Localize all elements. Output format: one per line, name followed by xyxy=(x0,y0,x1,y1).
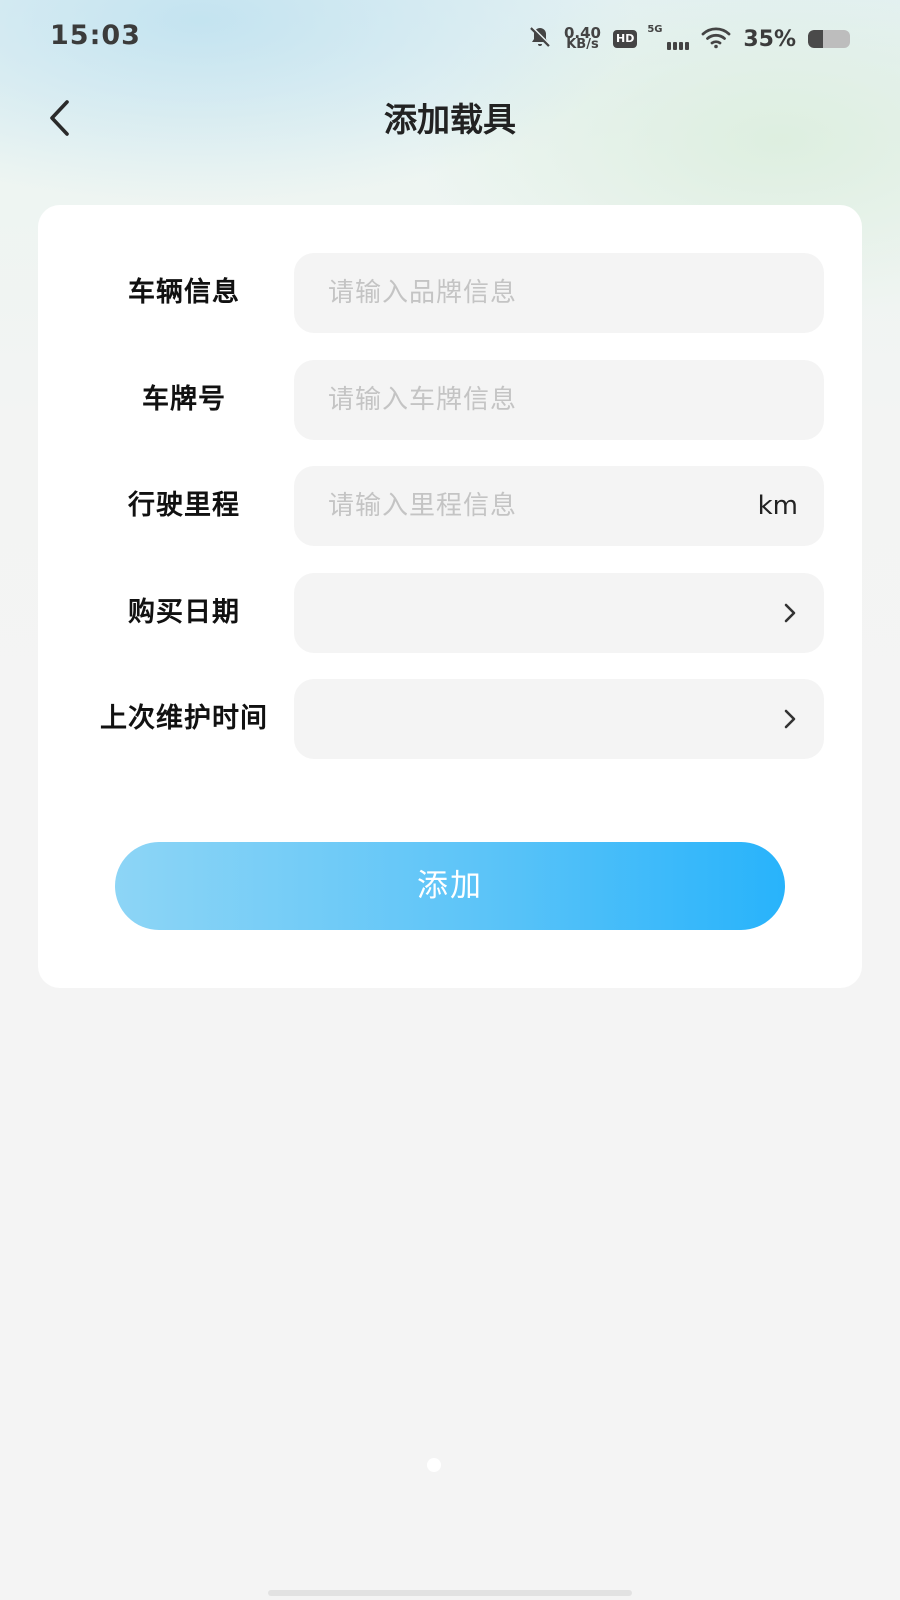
page-title: 添加载具 xyxy=(384,100,516,139)
home-indicator[interactable] xyxy=(268,1590,632,1596)
status-icons: 0.40 KB/s HD 5G 35% xyxy=(528,22,850,56)
mileage-unit: km xyxy=(757,491,798,521)
page-indicator-dot xyxy=(427,1458,441,1472)
network-speed-unit: KB/s xyxy=(566,37,599,52)
chevron-right-icon xyxy=(782,707,798,731)
plate-number-input[interactable] xyxy=(326,384,798,416)
last-maintenance-label: 上次维护时间 xyxy=(100,703,268,734)
form-row-mileage: 行驶里程 km xyxy=(38,466,862,546)
battery-level-fill xyxy=(808,30,823,48)
last-maintenance-picker[interactable] xyxy=(294,679,824,759)
cellular-signal-icon: 5G xyxy=(647,24,690,50)
purchase-date-picker[interactable] xyxy=(294,573,824,653)
wifi-icon xyxy=(701,25,731,53)
battery-percent: 35% xyxy=(743,26,796,52)
battery-icon xyxy=(808,30,850,48)
status-bar: 15:03 0.40 KB/s HD 5G 35% xyxy=(0,0,900,80)
form-row-vehicle-info: 车辆信息 xyxy=(38,253,862,333)
signal-bar xyxy=(673,42,678,50)
add-vehicle-button[interactable]: 添加 xyxy=(115,842,785,930)
vehicle-info-label: 车辆信息 xyxy=(128,277,240,308)
signal-bar xyxy=(685,42,690,50)
signal-bar xyxy=(679,42,684,50)
vehicle-info-input[interactable] xyxy=(326,277,798,309)
plate-number-field xyxy=(294,360,824,440)
vehicle-form-card: 车辆信息 车牌号 行驶里程 km 购买日期 上次维护时间 xyxy=(38,205,862,988)
bell-muted-icon xyxy=(528,25,552,53)
mileage-input[interactable] xyxy=(326,490,758,522)
network-type-label: 5G xyxy=(647,24,663,35)
vehicle-info-field xyxy=(294,253,824,333)
mileage-field: km xyxy=(294,466,824,546)
status-time: 15:03 xyxy=(50,20,141,51)
hd-badge: HD xyxy=(612,30,638,48)
form-row-last-maintenance: 上次维护时间 xyxy=(38,679,862,759)
form-row-plate-number: 车牌号 xyxy=(38,360,862,440)
network-speed: 0.40 KB/s xyxy=(564,26,601,52)
chevron-right-icon xyxy=(782,601,798,625)
mileage-label: 行驶里程 xyxy=(128,490,240,521)
form-row-purchase-date: 购买日期 xyxy=(38,573,862,653)
purchase-date-label: 购买日期 xyxy=(128,597,240,628)
signal-bar xyxy=(667,42,672,50)
plate-number-label: 车牌号 xyxy=(142,384,226,415)
